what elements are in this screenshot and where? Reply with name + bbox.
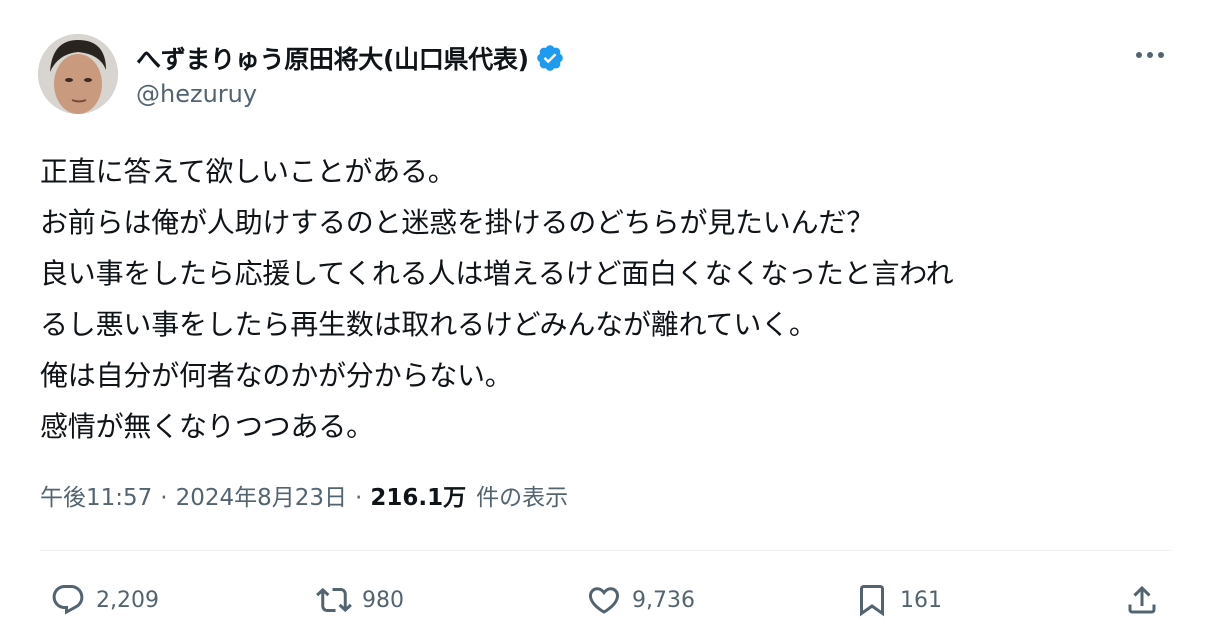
bookmark-button[interactable]: 161 — [854, 575, 942, 625]
divider — [40, 550, 1172, 551]
avatar-image — [38, 34, 118, 114]
post-meta: 午後11:57 · 2024年8月23日 · 216.1万 件の表示 — [40, 478, 568, 512]
like-button[interactable]: 9,736 — [586, 575, 695, 625]
views-count: 216.1万 — [370, 485, 467, 511]
avatar[interactable] — [38, 34, 118, 114]
post-text-line: 良い事をしたら応援してくれる人は増えるけど面白くなくなったと言われ — [40, 257, 954, 290]
action-bar: 2,209 980 9,736 161 — [0, 575, 1216, 625]
post-date[interactable]: 2024年8月23日 — [176, 478, 347, 512]
meta-separator: · — [355, 485, 363, 511]
post-text-line: お前らは俺が人助けするのと迷惑を掛けるのどちらが見たいんだ？ — [40, 206, 875, 239]
post-text: 正直に答えて欲しいことがある。 お前らは俺が人助けするのと迷惑を掛けるのどちらが… — [40, 146, 1180, 452]
post-text-line: 感情が無くなりつつある。 — [40, 410, 374, 443]
bookmark-count: 161 — [900, 587, 942, 613]
reply-icon — [52, 585, 84, 615]
author-display-name[interactable]: へずまりゅう原田将大(山口県代表) — [136, 40, 529, 76]
post-text-line: るし悪い事をしたら再生数は取れるけどみんなが離れていく。 — [40, 308, 817, 341]
repost-count: 980 — [362, 587, 404, 613]
more-horizontal-icon — [1136, 52, 1164, 58]
reply-count: 2,209 — [96, 587, 159, 613]
more-options-button[interactable] — [1130, 38, 1170, 72]
heart-icon — [588, 587, 620, 614]
meta-separator: · — [160, 485, 168, 511]
repost-button[interactable]: 980 — [316, 575, 404, 625]
repost-icon — [316, 587, 352, 613]
post-time[interactable]: 午後11:57 — [40, 478, 152, 512]
like-count: 9,736 — [632, 587, 695, 613]
tweet: へずまりゅう原田将大(山口県代表) @hezuruy 正直に答えて欲しいことがあ… — [0, 0, 1216, 644]
share-button[interactable] — [1124, 575, 1160, 625]
bookmark-icon — [860, 585, 884, 617]
author-handle[interactable]: @hezuruy — [136, 80, 257, 108]
author-name-row: へずまりゅう原田将大(山口県代表) — [136, 40, 565, 76]
share-icon — [1128, 585, 1156, 614]
post-text-line: 俺は自分が何者なのかが分からない。 — [40, 359, 513, 392]
verified-badge-icon[interactable] — [535, 43, 565, 73]
views-label: 件の表示 — [476, 485, 569, 511]
post-text-line: 正直に答えて欲しいことがある。 — [40, 155, 456, 188]
reply-button[interactable]: 2,209 — [50, 575, 159, 625]
